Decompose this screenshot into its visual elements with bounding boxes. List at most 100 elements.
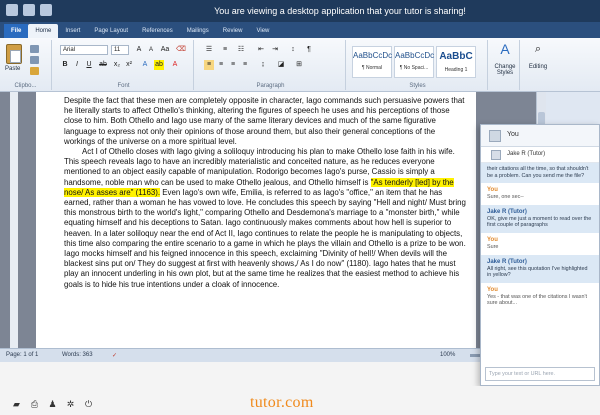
tab-review[interactable]: Review <box>216 24 250 38</box>
text-effects-icon[interactable]: A <box>140 60 150 70</box>
screen-share-banner: You are viewing a desktop application th… <box>214 6 466 16</box>
gear-icon[interactable]: ✲ <box>66 400 75 409</box>
line-spacing-icon[interactable]: ↨ <box>258 60 268 70</box>
change-styles-icon[interactable]: A <box>498 42 512 56</box>
editing-button[interactable]: Editing <box>522 64 554 70</box>
font-name-select[interactable]: Arial <box>60 45 108 55</box>
student-name: You <box>507 131 519 138</box>
decrease-indent-icon[interactable]: ⇤ <box>256 45 266 55</box>
chat-panel: You Jake R (Tutor) their citations all t… <box>480 124 600 386</box>
tab-mailings[interactable]: Mailings <box>180 24 216 38</box>
style-normal-name: ¶ Normal <box>361 65 383 71</box>
align-right-icon[interactable]: ≡ <box>228 60 238 70</box>
document-body[interactable]: Despite the fact that these men are comp… <box>64 96 468 290</box>
numbering-icon[interactable]: ≡ <box>220 45 230 55</box>
cut-icon[interactable] <box>30 45 39 53</box>
tab-insert[interactable]: Insert <box>58 24 87 38</box>
chat-message: You Sure, one sec-- <box>481 183 599 205</box>
style-no-spacing-name: ¶ No Spaci... <box>399 65 429 71</box>
shrink-font-icon[interactable]: A <box>146 45 156 55</box>
style-heading-1[interactable]: AaBbC Heading 1 <box>436 46 476 78</box>
show-formatting-icon[interactable]: ¶ <box>304 45 314 55</box>
tab-page-layout[interactable]: Page Layout <box>87 24 135 38</box>
undo-icon[interactable] <box>40 4 52 16</box>
chat-input[interactable]: Type your text or URL here. <box>485 367 595 381</box>
title-bar: You are viewing a desktop application th… <box>0 0 600 22</box>
save-icon[interactable] <box>23 4 35 16</box>
chat-message: You Sure <box>481 232 599 255</box>
zoom-level[interactable]: 100% <box>440 352 455 358</box>
copy-icon[interactable] <box>30 56 39 64</box>
user-icon[interactable]: ♟ <box>48 400 57 409</box>
style-heading-sample: AaBbC <box>439 51 473 62</box>
align-center-icon[interactable]: ≡ <box>216 60 226 70</box>
vertical-ruler <box>10 92 18 348</box>
strikethrough-icon[interactable]: ab <box>98 60 108 70</box>
font-size-select[interactable]: 11 <box>111 45 129 55</box>
clear-format-icon[interactable]: ⌫ <box>176 45 186 55</box>
paragraph-1: Despite the fact that these men are comp… <box>64 96 465 146</box>
power-icon[interactable]: ⏻ <box>84 400 93 409</box>
style-no-spacing-sample: AaBbCcDc <box>395 51 435 60</box>
chat-message: You Yes - that was one of the citations … <box>481 282 599 311</box>
tutor-header: Jake R (Tutor) <box>481 147 599 163</box>
change-case-icon[interactable]: Aa <box>160 45 170 55</box>
superscript-icon[interactable]: x² <box>124 60 134 70</box>
italic-icon[interactable]: I <box>72 60 82 70</box>
style-normal[interactable]: AaBbCcDc ¶ Normal <box>352 46 392 78</box>
chat-message-author: You <box>487 286 498 293</box>
chat-message: Jake R (Tutor) All right, see this quota… <box>481 254 599 283</box>
chat-message-text: Yes - that was one of the citations I wa… <box>487 293 588 307</box>
tab-view[interactable]: View <box>249 24 276 38</box>
session-tools: ▰ ⎙ ♟ ✲ ⏻ <box>12 400 93 409</box>
status-bar: Page: 1 of 1 Words: 363 ✓ 100% <box>0 348 546 362</box>
tab-references[interactable]: References <box>135 24 180 38</box>
chat-message-text: All right, see this quotation I've highl… <box>487 265 588 279</box>
paste-button[interactable]: Paste <box>5 66 20 72</box>
increase-indent-icon[interactable]: ⇥ <box>270 45 280 55</box>
ribbon-home: Paste Clipbo... Arial 11 A A Aa ⌫ B I U … <box>0 38 600 92</box>
document-page[interactable]: Despite the fact that these men are comp… <box>36 92 476 348</box>
session-toolbar: ▰ ⎙ ♟ ✲ ⏻ tutor.com <box>0 386 600 415</box>
chat-message-text: Sure <box>487 243 499 250</box>
chat-message-text: their citations all the time, so that sh… <box>487 166 589 179</box>
sort-icon[interactable]: ↕ <box>288 45 298 55</box>
borders-icon[interactable]: ⊞ <box>294 60 304 70</box>
tab-home[interactable]: Home <box>28 24 59 38</box>
proofing-icon[interactable]: ✓ <box>112 352 117 359</box>
chat-message: their citations all the time, so that sh… <box>481 163 599 184</box>
bullets-icon[interactable]: ☰ <box>204 45 214 55</box>
multilevel-list-icon[interactable]: ☷ <box>236 45 246 55</box>
underline-icon[interactable]: U <box>84 60 94 70</box>
shading-icon[interactable]: ◪ <box>276 60 286 70</box>
font-label: Font <box>117 83 130 89</box>
styles-label: Styles <box>409 83 426 89</box>
chat-header: You <box>481 125 599 147</box>
align-left-icon[interactable]: ≡ <box>204 60 214 70</box>
grow-font-icon[interactable]: A <box>134 45 144 55</box>
chat-message-text: OK, give me just a moment to read over t… <box>487 215 592 229</box>
chat-message-author: Jake R (Tutor) <box>487 258 527 265</box>
paste-icon[interactable] <box>6 44 22 64</box>
font-color-icon[interactable]: A <box>170 60 180 70</box>
style-no-spacing[interactable]: AaBbCcDc ¶ No Spaci... <box>394 46 434 78</box>
change-styles-group: A Change Styles <box>490 40 520 90</box>
find-icon[interactable]: ⌕ <box>532 44 544 55</box>
justify-icon[interactable]: ≡ <box>240 60 250 70</box>
change-styles-button[interactable]: Change Styles <box>490 64 520 76</box>
bold-icon[interactable]: B <box>60 60 70 70</box>
clipboard-label: Clipbo... <box>14 83 37 89</box>
word-app-icon <box>6 4 18 16</box>
print-icon[interactable]: ⎙ <box>30 400 39 409</box>
folder-icon[interactable]: ▰ <box>12 400 21 409</box>
word-count[interactable]: Words: 363 <box>62 352 93 358</box>
subscript-icon[interactable]: x₂ <box>112 60 122 70</box>
editing-group: ⌕ Editing <box>522 40 554 90</box>
style-heading-name: Heading 1 <box>444 67 468 73</box>
highlight-color-icon[interactable]: ab <box>154 60 164 70</box>
brand-logo: tutor.com <box>250 394 314 411</box>
format-painter-icon[interactable] <box>30 67 39 75</box>
tab-file[interactable]: File <box>4 24 29 38</box>
page-count[interactable]: Page: 1 of 1 <box>6 352 38 358</box>
chat-message-author: Jake R (Tutor) <box>487 208 527 215</box>
